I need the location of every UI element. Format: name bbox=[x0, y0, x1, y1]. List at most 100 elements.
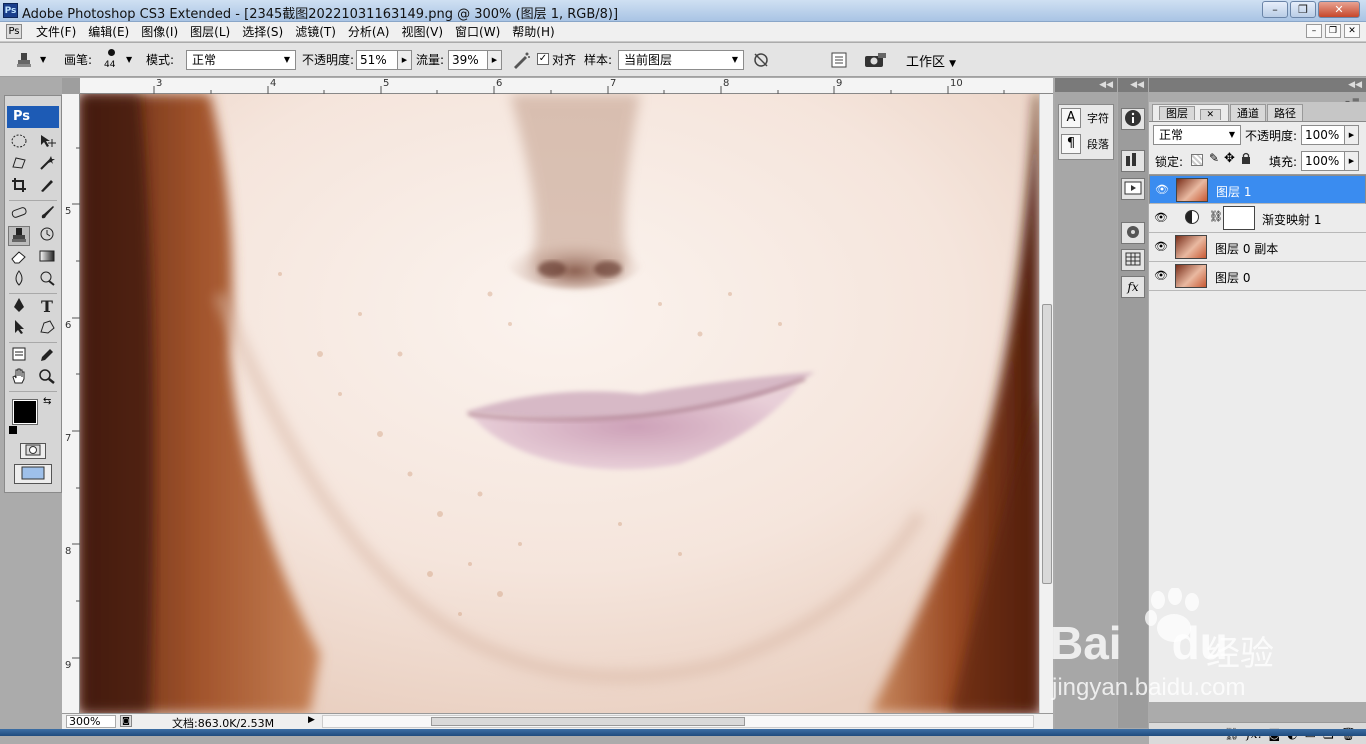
info-panel-button[interactable] bbox=[1121, 108, 1145, 130]
lock-transparency-icon[interactable] bbox=[1191, 154, 1203, 166]
menu-layer[interactable]: 图层(L) bbox=[184, 24, 236, 40]
layer-row[interactable]: 👁 ⛓ 渐变映射 1 bbox=[1149, 204, 1366, 233]
mode-select[interactable]: 正常 ▼ bbox=[186, 50, 296, 70]
clone-source-palette-button[interactable] bbox=[828, 50, 850, 70]
visibility-eye-icon[interactable]: 👁 bbox=[1153, 268, 1169, 284]
minimize-button[interactable]: – bbox=[1262, 1, 1288, 18]
tab-paths[interactable]: 路径 bbox=[1267, 104, 1304, 121]
zoom-tool[interactable] bbox=[36, 368, 58, 388]
default-colors-icon[interactable] bbox=[9, 426, 17, 434]
close-tab-icon[interactable]: ✕ bbox=[1199, 109, 1222, 120]
vertical-scrollbar[interactable] bbox=[1039, 94, 1053, 713]
layer-row[interactable]: 👁 图层 0 bbox=[1149, 262, 1366, 291]
visibility-eye-icon[interactable]: 👁 bbox=[1153, 239, 1169, 255]
bridge-button[interactable] bbox=[862, 50, 890, 70]
menu-select[interactable]: 选择(S) bbox=[236, 24, 289, 40]
photo-canvas[interactable] bbox=[80, 94, 1039, 713]
ignore-adjustment-layers-button[interactable] bbox=[750, 50, 772, 70]
menu-window[interactable]: 窗口(W) bbox=[449, 24, 506, 40]
status-icon[interactable]: ◙ bbox=[120, 715, 132, 727]
restore-button[interactable]: ❐ bbox=[1290, 1, 1316, 18]
menu-file[interactable]: 文件(F) bbox=[30, 24, 82, 40]
fill-field[interactable]: 100% ▶ bbox=[1301, 151, 1359, 171]
dodge-tool[interactable] bbox=[36, 270, 58, 290]
align-checkbox[interactable]: ✓ bbox=[537, 53, 549, 65]
visibility-eye-icon[interactable]: 👁 bbox=[1154, 182, 1170, 198]
lasso-tool[interactable] bbox=[8, 155, 30, 175]
tab-channels[interactable]: 通道 bbox=[1230, 104, 1267, 121]
foreground-color-swatch[interactable] bbox=[12, 399, 38, 425]
sample-select[interactable]: 当前图层 ▼ bbox=[618, 50, 744, 70]
visibility-eye-icon[interactable]: 👁 bbox=[1153, 210, 1169, 226]
layer-row[interactable]: 👁 图层 0 副本 bbox=[1149, 233, 1366, 262]
blend-mode-select[interactable]: 正常 ▼ bbox=[1153, 125, 1241, 145]
swap-colors-icon[interactable]: ⇆ bbox=[43, 396, 51, 407]
brushes-panel-button[interactable] bbox=[1121, 222, 1145, 244]
doc-restore-button[interactable]: ❐ bbox=[1325, 24, 1341, 38]
zoom-field[interactable]: 300% bbox=[66, 715, 116, 728]
crop-tool[interactable] bbox=[8, 177, 30, 197]
doc-minimize-button[interactable]: – bbox=[1306, 24, 1322, 38]
character-panel-button[interactable]: A 字符 bbox=[1059, 105, 1113, 131]
move-tool[interactable] bbox=[36, 133, 58, 153]
close-button[interactable]: ✕ bbox=[1318, 1, 1360, 18]
healing-brush-tool[interactable] bbox=[8, 204, 30, 224]
doc-close-button[interactable]: ✕ bbox=[1344, 24, 1360, 38]
menu-filter[interactable]: 滤镜(T) bbox=[289, 24, 342, 40]
eyedropper-tool[interactable] bbox=[36, 346, 58, 366]
slice-tool[interactable] bbox=[36, 177, 58, 197]
blur-tool[interactable] bbox=[8, 270, 30, 290]
lock-position-icon[interactable]: ✥ bbox=[1224, 151, 1235, 166]
vertical-scroll-thumb[interactable] bbox=[1042, 304, 1052, 584]
flow-field[interactable]: 39% ▶ bbox=[448, 50, 502, 70]
menu-view[interactable]: 视图(V) bbox=[395, 24, 449, 40]
type-tool[interactable]: T bbox=[36, 297, 58, 317]
paragraph-panel-button[interactable]: ¶ 段落 bbox=[1059, 131, 1113, 157]
workspace-menu[interactable]: 工作区 ▼ bbox=[906, 51, 956, 70]
horizontal-scrollbar[interactable] bbox=[322, 715, 1034, 728]
menu-image[interactable]: 图像(I) bbox=[135, 24, 184, 40]
brush-dropdown-arrow[interactable]: ▼ bbox=[126, 55, 132, 64]
status-menu-arrow-icon[interactable]: ▶ bbox=[308, 715, 315, 725]
menu-edit[interactable]: 编辑(E) bbox=[82, 24, 135, 40]
opacity-field[interactable]: 51% ▶ bbox=[356, 50, 412, 70]
brush-tool[interactable] bbox=[36, 204, 58, 224]
preset-dropdown-arrow[interactable]: ▼ bbox=[40, 55, 46, 64]
menu-analysis[interactable]: 分析(A) bbox=[342, 24, 396, 40]
screen-mode-button[interactable] bbox=[14, 464, 52, 484]
pen-tool[interactable] bbox=[8, 297, 30, 317]
lock-image-icon[interactable]: ✎ bbox=[1209, 151, 1219, 165]
opacity-arrow-icon[interactable]: ▶ bbox=[1344, 126, 1358, 144]
lock-all-icon[interactable] bbox=[1241, 152, 1251, 164]
path-selection-tool[interactable] bbox=[8, 319, 30, 339]
flow-slider-arrow-icon[interactable]: ▶ bbox=[487, 51, 501, 69]
tool-preset-picker[interactable] bbox=[14, 50, 36, 70]
clone-stamp-tool[interactable] bbox=[8, 226, 30, 246]
quick-mask-button[interactable] bbox=[20, 443, 46, 459]
fill-arrow-icon[interactable]: ▶ bbox=[1344, 152, 1358, 170]
opacity-slider-arrow-icon[interactable]: ▶ bbox=[397, 51, 411, 69]
layer-row[interactable]: 👁 图层 1 bbox=[1149, 175, 1366, 204]
horizontal-scroll-thumb[interactable] bbox=[431, 717, 745, 726]
tab-layers[interactable]: 图层 ✕ bbox=[1152, 104, 1230, 121]
dock-collapse-arrows[interactable]: ◀◀ bbox=[1055, 78, 1117, 92]
panel-column-arrows[interactable]: ◀◀ bbox=[1149, 78, 1366, 92]
histogram-panel-button[interactable] bbox=[1121, 150, 1145, 172]
menu-help[interactable]: 帮助(H) bbox=[506, 24, 560, 40]
swatches-panel-button[interactable] bbox=[1121, 249, 1145, 271]
airbrush-toggle[interactable] bbox=[510, 50, 532, 70]
eraser-tool[interactable] bbox=[8, 248, 30, 268]
layer-opacity-field[interactable]: 100% ▶ bbox=[1301, 125, 1359, 145]
hand-tool[interactable] bbox=[8, 368, 30, 388]
magic-wand-tool[interactable] bbox=[36, 155, 58, 175]
document-icon[interactable]: Ps bbox=[6, 24, 22, 39]
dock-expand-arrows[interactable]: ◀◀ bbox=[1118, 78, 1148, 92]
shape-tool[interactable] bbox=[36, 319, 58, 339]
link-chain-icon[interactable]: ⛓ bbox=[1209, 210, 1223, 223]
gradient-tool[interactable] bbox=[36, 248, 58, 268]
marquee-tool[interactable] bbox=[8, 133, 30, 153]
brush-picker[interactable]: 44 bbox=[100, 47, 122, 75]
notes-tool[interactable] bbox=[8, 346, 30, 366]
history-brush-tool[interactable] bbox=[36, 226, 58, 246]
styles-panel-button[interactable]: fx bbox=[1121, 276, 1145, 298]
